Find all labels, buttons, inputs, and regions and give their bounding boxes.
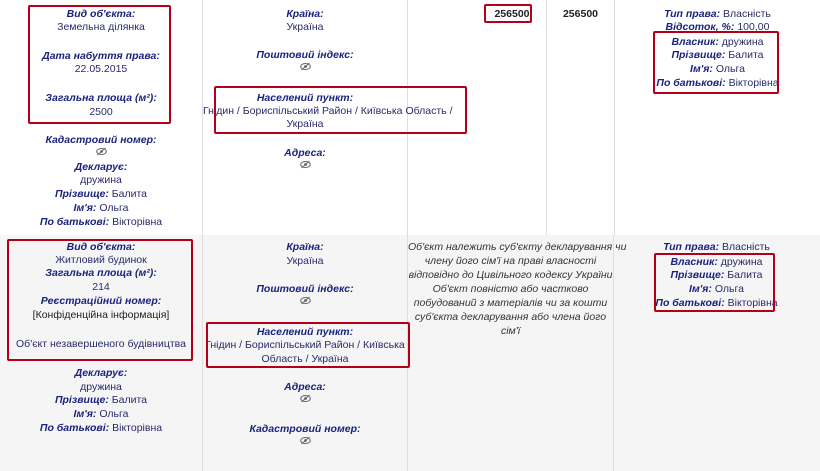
declarant-patronymic: По батькові: Вікторівна <box>39 422 163 434</box>
hidden-eye-icon[interactable] <box>299 394 311 407</box>
highlight-box <box>214 86 467 134</box>
declarant-label: Декларує: <box>74 367 128 379</box>
declarant-role: дружина <box>80 174 122 186</box>
country-label: Країна: <box>286 8 324 20</box>
market-value-cell: 256500 <box>547 0 615 235</box>
declarant-label: Декларує: <box>74 161 128 173</box>
table-row: Вид об'єкта: Житловий будинок Загальна п… <box>0 235 820 471</box>
declarant-surname: Прізвище: Балита <box>54 394 148 406</box>
cadastre-label: Кадастровий номер: <box>249 423 361 435</box>
rights-cell: Тип права: Власність Власник: дружина Пр… <box>614 235 819 471</box>
highlight-box <box>653 31 779 94</box>
highlight-box <box>7 239 193 361</box>
cadastre-label: Кадастровий номер: <box>45 134 157 146</box>
declarant-role: дружина <box>80 381 122 393</box>
declared-value-cell: 256500 <box>478 0 547 235</box>
note-line: Об'єкт повністю або частково <box>432 283 589 295</box>
country-value: Україна <box>286 255 324 267</box>
market-value: 256500 <box>562 8 599 20</box>
country-value: Україна <box>286 21 324 33</box>
hidden-eye-icon[interactable] <box>299 160 311 173</box>
table-row: Вид об'єкта: Земельна ділянка Дата набут… <box>0 0 820 236</box>
address-label: Адреса: <box>284 381 326 393</box>
rights-type: Тип права: Власність <box>664 8 771 20</box>
declarant-name: Ім'я: Ольга <box>73 202 129 214</box>
hidden-eye-icon[interactable] <box>299 62 311 75</box>
country-label: Країна: <box>286 241 324 253</box>
declarant-patronymic: По батькові: Вікторівна <box>39 216 163 228</box>
object-cell: Вид об'єкта: Житловий будинок Загальна п… <box>0 235 203 471</box>
hidden-eye-icon[interactable] <box>95 147 107 160</box>
address-label: Адреса: <box>284 147 326 159</box>
declaration-table: Вид об'єкта: Земельна ділянка Дата набут… <box>0 0 820 471</box>
note-line: Об'єкт належить суб'єкту декларування чи <box>408 241 627 253</box>
note-line: відповідно до Цивільного кодексу України <box>408 269 613 281</box>
declarant-name: Ім'я: Ольга <box>73 408 129 420</box>
declarant-surname: Прізвище: Балита <box>54 188 148 200</box>
note-line: сім'ї <box>500 325 521 337</box>
postal-label: Поштовий індекс: <box>256 283 354 295</box>
highlight-box <box>28 5 171 124</box>
location-cell: Країна: Україна Поштовий індекс: Населен… <box>203 235 410 471</box>
ownership-note-cell: Об'єкт належить суб'єкту декларування чи… <box>408 235 627 471</box>
hidden-eye-icon[interactable] <box>299 436 311 449</box>
rights-cell: Тип права: Власність Відсоток, %: 100,00… <box>615 0 820 235</box>
hidden-eye-icon[interactable] <box>299 296 311 309</box>
note-line: члену його сім'ї на праві власності <box>424 255 597 267</box>
highlight-box <box>206 322 410 368</box>
highlight-box <box>654 253 775 312</box>
highlight-box <box>484 4 532 23</box>
object-cell: Вид об'єкта: Земельна ділянка Дата набут… <box>0 0 203 235</box>
note-line: побудований з матеріалів чи за кошти <box>413 297 608 309</box>
location-cell: Країна: Україна Поштовий індекс: Населен… <box>203 0 467 235</box>
note-line: суб'єкта декларування або члена його <box>414 311 607 323</box>
postal-label: Поштовий індекс: <box>256 49 354 61</box>
